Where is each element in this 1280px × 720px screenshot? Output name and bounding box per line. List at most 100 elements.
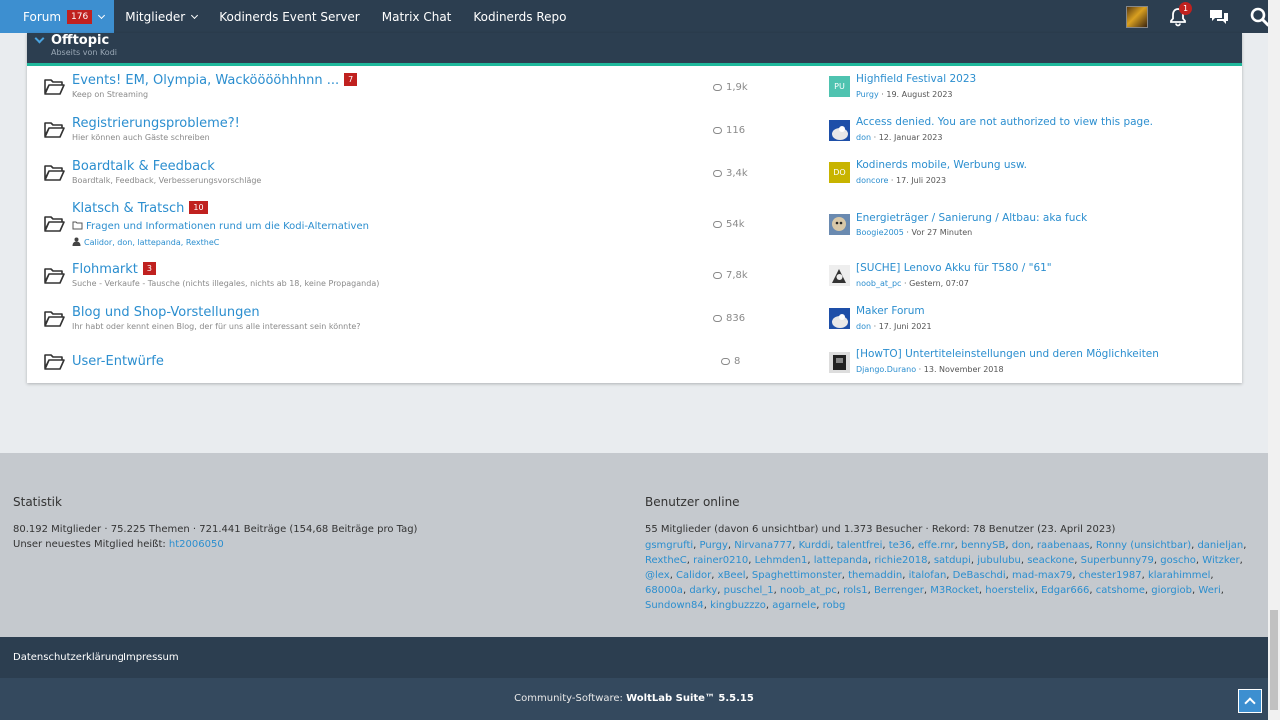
online-user-link[interactable]: Kurddi <box>799 540 831 551</box>
online-user-link[interactable]: rols1 <box>843 585 867 596</box>
online-user-link[interactable]: Spaghettimonster <box>752 570 842 581</box>
avatar[interactable] <box>829 265 850 286</box>
moderator-link[interactable]: lattepanda <box>137 238 180 247</box>
online-user-link[interactable]: Lehmden1 <box>755 555 808 566</box>
board-title[interactable]: Boardtalk & Feedback <box>72 159 215 174</box>
online-user-link[interactable]: klarahimmel <box>1148 570 1210 581</box>
online-user-link[interactable]: agarnele <box>772 600 816 611</box>
online-user-link[interactable]: bennySB <box>961 540 1005 551</box>
online-user-link[interactable]: Calidor <box>676 570 711 581</box>
moderator-link[interactable]: Calidor <box>84 238 112 247</box>
online-user-link[interactable]: satdupi <box>934 555 971 566</box>
subforum-link[interactable]: Fragen und Informationen rund um die Kod… <box>72 221 369 232</box>
nav-matrix-chat[interactable]: Matrix Chat <box>371 0 463 33</box>
online-user-link[interactable]: hoerstelix <box>985 585 1034 596</box>
online-user-link[interactable]: catshome <box>1096 585 1145 596</box>
nav-event-server[interactable]: Kodinerds Event Server <box>208 0 371 33</box>
last-post-user[interactable]: noob_at_pc <box>856 279 901 288</box>
last-post-user[interactable]: Purgy <box>856 90 879 99</box>
board-title[interactable]: User-Entwürfe <box>72 354 164 369</box>
last-post-user[interactable]: don <box>856 322 871 331</box>
imprint-link[interactable]: Impressum <box>123 652 179 663</box>
online-user-link[interactable]: mad-max79 <box>1012 570 1072 581</box>
last-post-user[interactable]: Boogie2005 <box>856 228 904 237</box>
scroll-to-top-button[interactable] <box>1238 689 1262 713</box>
online-user-link[interactable]: kingbuzzzo <box>710 600 766 611</box>
online-user-link[interactable]: italofan <box>909 570 947 581</box>
online-user-link[interactable]: te36 <box>889 540 912 551</box>
online-user-link[interactable]: RextheC <box>645 555 687 566</box>
online-user-link[interactable]: themaddin <box>848 570 902 581</box>
online-user-link[interactable]: Nirvana777 <box>734 540 792 551</box>
online-user-link[interactable]: danieljan <box>1197 540 1243 551</box>
last-post-title[interactable]: [SUCHE] Lenovo Akku für T580 / "61" <box>856 262 1052 274</box>
online-user-link[interactable]: Purgy <box>700 540 728 551</box>
moderator-link[interactable]: don <box>117 238 132 247</box>
last-post-title[interactable]: Access denied. You are not authorized to… <box>856 116 1153 128</box>
online-user-link[interactable]: xBeel <box>718 570 746 581</box>
online-user-link[interactable]: rainer0210 <box>693 555 748 566</box>
online-user-link[interactable]: Witzker <box>1202 555 1239 566</box>
statistics-summary: 80.192 Mitglieder · 75.225 Themen · 721.… <box>13 524 418 535</box>
online-user-link[interactable]: goscho <box>1160 555 1196 566</box>
online-user-link[interactable]: lattepanda <box>814 555 868 566</box>
collapse-chevron-icon[interactable] <box>34 33 45 44</box>
avatar[interactable] <box>829 214 850 235</box>
online-user-link[interactable]: gsmgrufti <box>645 540 693 551</box>
online-user-link[interactable]: @lex <box>645 570 670 581</box>
board-title[interactable]: Flohmarkt 3 <box>72 262 156 277</box>
last-post-title[interactable]: Maker Forum <box>856 305 925 317</box>
last-post-user[interactable]: Django.Durano <box>856 365 916 374</box>
avatar[interactable]: PU <box>829 76 850 97</box>
online-user-link[interactable]: giorgiob <box>1151 585 1192 596</box>
user-menu-button[interactable] <box>1116 0 1157 33</box>
last-post-title[interactable]: Highfield Festival 2023 <box>856 73 976 85</box>
privacy-link[interactable]: Datenschutzerklärung <box>13 652 124 663</box>
software-link[interactable]: WoltLab Suite™ 5.5.15 <box>626 693 754 704</box>
online-user-link[interactable]: darky <box>689 585 717 596</box>
online-user-link[interactable]: robg <box>823 600 846 611</box>
last-post-user[interactable]: doncore <box>856 176 888 185</box>
last-post-user[interactable]: don <box>856 133 871 142</box>
nav-members[interactable]: Mitglieder <box>114 0 208 33</box>
board-title[interactable]: Blog und Shop-Vorstellungen <box>72 305 260 320</box>
online-user-link[interactable]: seackone <box>1027 555 1074 566</box>
online-user-link[interactable]: 68000a <box>645 585 683 596</box>
nav-repo[interactable]: Kodinerds Repo <box>462 0 577 33</box>
online-user-link[interactable]: Sundown84 <box>645 600 704 611</box>
online-user-link[interactable]: Berrenger <box>874 585 924 596</box>
online-user-link[interactable]: raabenaas <box>1037 540 1090 551</box>
last-post-title[interactable]: Energieträger / Sanierung / Altbau: aka … <box>856 212 1087 224</box>
category-title[interactable]: Offtopic <box>51 33 109 48</box>
online-user-link[interactable]: effe.rnr <box>918 540 955 551</box>
online-user-link[interactable]: Weri <box>1198 585 1220 596</box>
online-user-link[interactable]: noob_at_pc <box>780 585 837 596</box>
newest-member-link[interactable]: ht2006050 <box>169 539 224 550</box>
online-user-link[interactable]: talentfrei <box>837 540 883 551</box>
conversations-button[interactable] <box>1198 0 1239 33</box>
online-users-list: gsmgrufti, Purgy, Nirvana777, Kurddi, ta… <box>645 540 1247 611</box>
online-user-link[interactable]: puschel_1 <box>724 585 774 596</box>
last-post-title[interactable]: Kodinerds mobile, Werbung usw. <box>856 159 1027 171</box>
board-title[interactable]: Registrierungsprobleme?! <box>72 116 240 131</box>
board-title[interactable]: Klatsch & Tratsch 10 <box>72 201 208 216</box>
avatar[interactable] <box>829 120 850 141</box>
avatar[interactable]: DO <box>829 162 850 183</box>
online-user-link[interactable]: Ronny (unsichtbar) <box>1096 540 1191 551</box>
online-user-link[interactable]: DeBaschdi <box>953 570 1006 581</box>
online-user-link[interactable]: M3Rocket <box>930 585 979 596</box>
board-title[interactable]: Events! EM, Olympia, Wackööööhhhnn ... 7 <box>72 73 358 88</box>
avatar[interactable] <box>829 308 850 329</box>
last-post-title[interactable]: [HowTO] Untertiteleinstellungen und dere… <box>856 348 1159 360</box>
nav-forum[interactable]: Forum 176 <box>0 0 115 33</box>
online-user-link[interactable]: Superbunny79 <box>1081 555 1154 566</box>
online-user-link[interactable]: Edgar666 <box>1041 585 1089 596</box>
online-user-link[interactable]: jubulubu <box>977 555 1021 566</box>
notifications-button[interactable]: 1 <box>1157 0 1198 33</box>
online-user-link[interactable]: don <box>1012 540 1031 551</box>
online-user-link[interactable]: chester1987 <box>1079 570 1142 581</box>
avatar[interactable] <box>829 352 850 373</box>
moderator-link[interactable]: RextheC <box>186 238 219 247</box>
scrollbar-thumb[interactable] <box>1270 610 1278 710</box>
online-user-link[interactable]: richie2018 <box>874 555 927 566</box>
